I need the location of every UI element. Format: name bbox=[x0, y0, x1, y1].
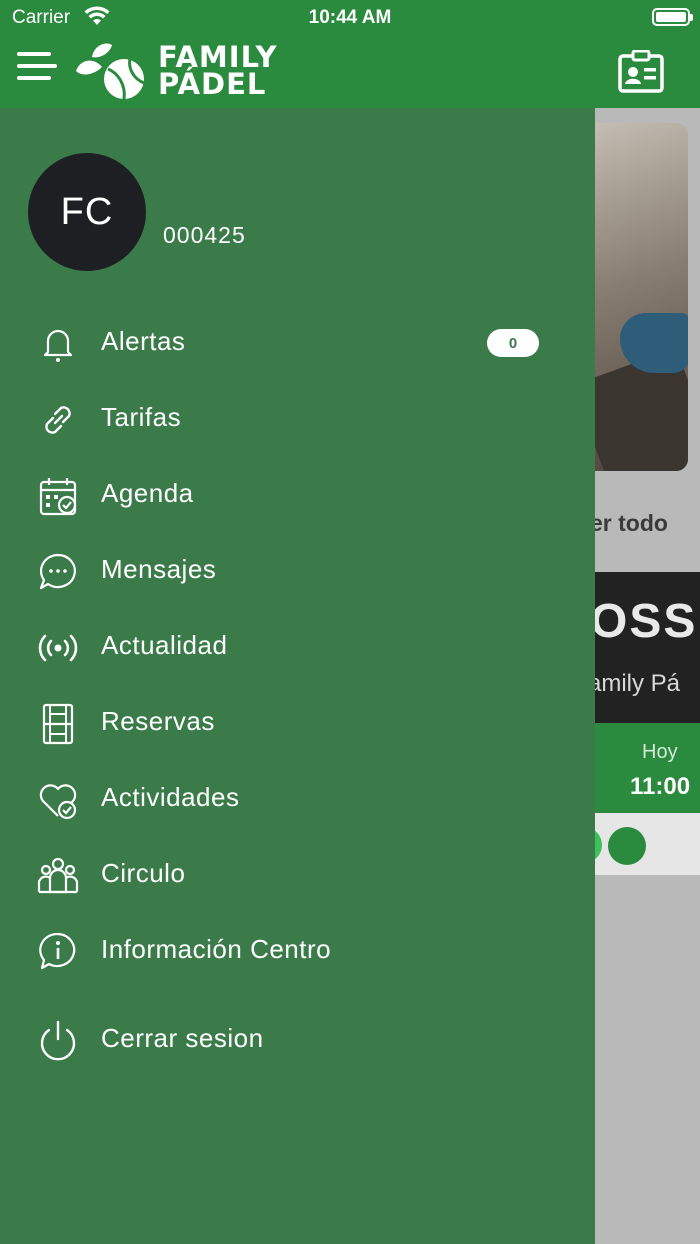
menu-item-label: Mensajes bbox=[101, 554, 217, 584]
hamburger-line bbox=[17, 52, 51, 56]
menu-item-label: Actividades bbox=[101, 782, 240, 812]
battery-icon bbox=[652, 8, 693, 26]
menu-toggle-button[interactable] bbox=[17, 52, 57, 84]
group-icon bbox=[37, 857, 79, 894]
clock: 10:44 AM bbox=[308, 7, 392, 28]
event-day: Hoy bbox=[642, 741, 678, 763]
court-icon bbox=[42, 703, 74, 745]
leaf-ball-logo-icon bbox=[76, 43, 145, 100]
status-bar: Carrier 10:44 AM bbox=[0, 0, 700, 36]
menu-item-mensajes[interactable]: Mensajes bbox=[0, 536, 595, 602]
app-header: Carrier 10:44 AM FAMILY PÁDEL bbox=[0, 0, 700, 108]
menu-item-label: Alertas bbox=[101, 326, 186, 356]
menu-item-agenda[interactable]: Agenda bbox=[0, 460, 595, 526]
alerts-count-badge: 0 bbox=[487, 329, 539, 357]
power-icon bbox=[40, 1020, 76, 1061]
menu-item-label: Agenda bbox=[101, 478, 194, 508]
chat-bubble-icon bbox=[39, 553, 77, 590]
hamburger-line bbox=[17, 64, 57, 68]
avatar[interactable]: FC bbox=[28, 153, 146, 271]
menu-item-label: Reservas bbox=[101, 706, 215, 736]
menu-item-circulo[interactable]: Circulo bbox=[0, 840, 595, 906]
bell-icon bbox=[43, 329, 73, 362]
menu-item-label: Circulo bbox=[101, 858, 186, 888]
event-time: 11:00 bbox=[630, 773, 691, 800]
menu-item-tarifas[interactable]: Tarifas bbox=[0, 384, 595, 450]
hamburger-line bbox=[17, 76, 51, 80]
menu-item-informacion-centro[interactable]: Información Centro bbox=[0, 916, 595, 982]
heart-check-icon bbox=[39, 784, 77, 820]
side-drawer: FC 000425 Alertas 0 Tarifas Agenda Mensa… bbox=[0, 108, 595, 1244]
member-id: 000425 bbox=[163, 222, 246, 248]
menu-item-label: Cerrar sesion bbox=[101, 1023, 264, 1053]
link-icon bbox=[45, 406, 71, 434]
event-title: OSS bbox=[590, 595, 698, 648]
menu-item-reservas[interactable]: Reservas bbox=[0, 688, 595, 754]
gender-mixed-icon bbox=[608, 827, 646, 865]
menu-item-actividades[interactable]: Actividades bbox=[0, 764, 595, 830]
event-subtitle: amily Pá bbox=[588, 670, 681, 697]
menu-item-label: Actualidad bbox=[101, 630, 228, 660]
logo-line-2: PÁDEL bbox=[158, 67, 267, 101]
broadcast-icon bbox=[38, 634, 78, 662]
image-player bbox=[620, 313, 688, 373]
menu-item-actualidad[interactable]: Actualidad bbox=[0, 612, 595, 678]
menu-item-label: Tarifas bbox=[101, 402, 182, 432]
logout-button[interactable]: Cerrar sesion bbox=[0, 1005, 595, 1071]
brand-logo: FAMILY PÁDEL bbox=[68, 38, 278, 104]
menu-item-label: Información Centro bbox=[101, 934, 332, 964]
menu-item-alertas[interactable]: Alertas 0 bbox=[0, 308, 595, 374]
calendar-check-icon bbox=[39, 478, 77, 516]
member-card-icon[interactable] bbox=[618, 50, 664, 94]
info-chat-icon bbox=[39, 932, 76, 970]
see-all-link[interactable]: er todo bbox=[590, 510, 668, 537]
